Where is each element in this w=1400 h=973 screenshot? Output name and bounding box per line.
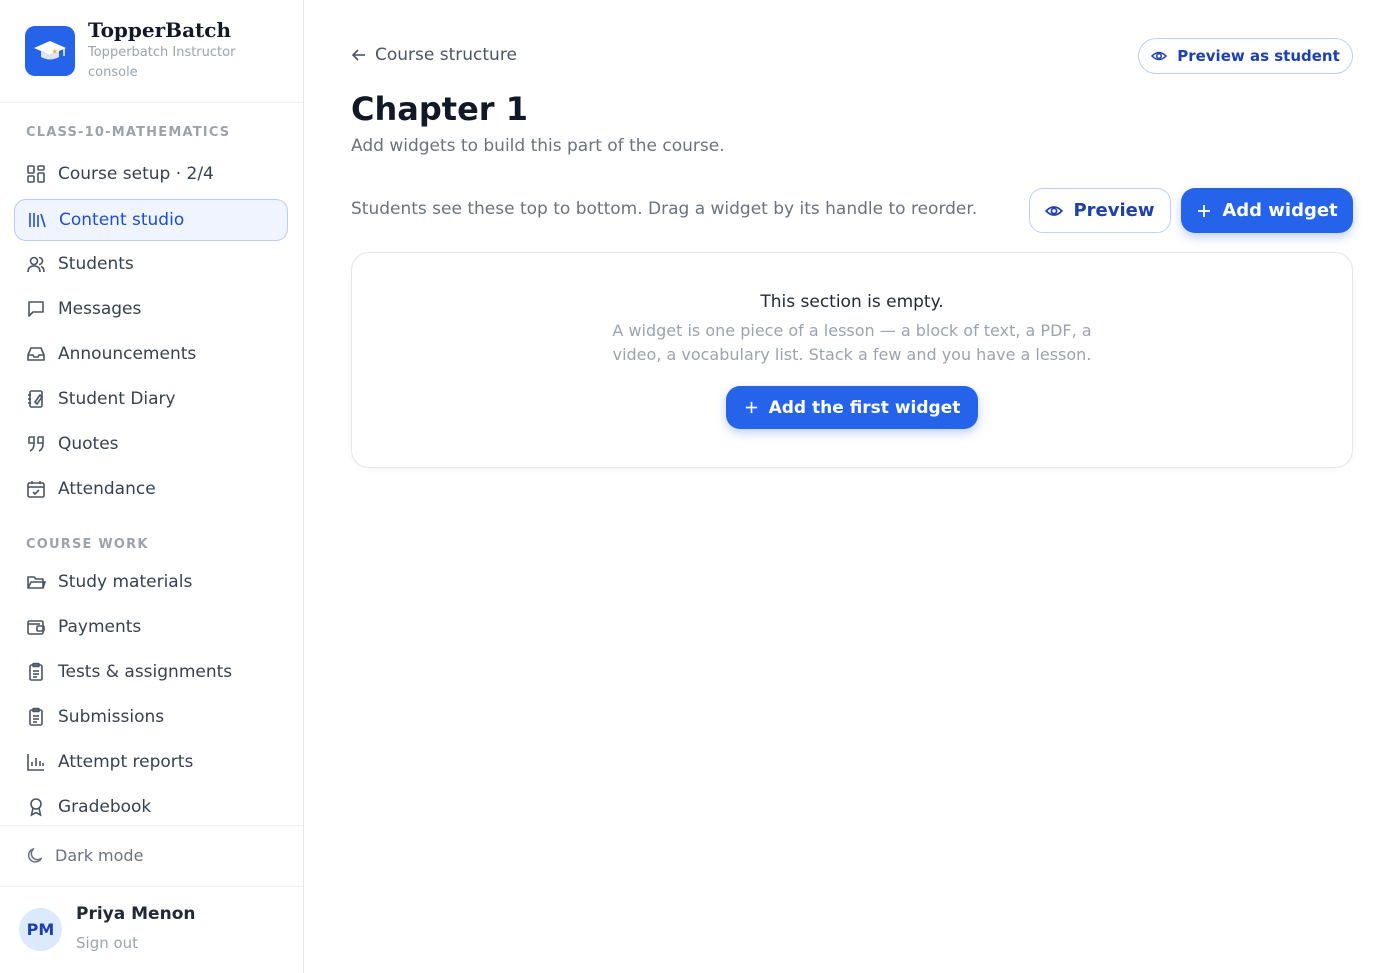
users-icon — [26, 254, 46, 274]
award-icon — [26, 797, 46, 817]
sidebar-item-label: Gradebook — [58, 797, 152, 817]
brand-header: TopperBatch Topperbatch Instructor conso… — [0, 0, 303, 103]
back-link-label: Course structure — [375, 45, 517, 65]
wallet-icon — [26, 617, 46, 637]
plus-icon — [744, 400, 759, 415]
add-first-widget-label: Add the first widget — [768, 397, 961, 418]
sidebar-item-label: Attempt reports — [58, 752, 194, 772]
calendar-check-icon — [26, 479, 46, 499]
clipboard-icon — [26, 662, 46, 682]
sidebar: TopperBatch Topperbatch Instructor conso… — [0, 0, 304, 973]
back-to-course-structure-link[interactable]: Course structure — [351, 44, 517, 66]
arrow-left-icon — [351, 47, 367, 63]
page-subtitle: Add widgets to build this part of the co… — [351, 136, 725, 156]
sidebar-item-label: Payments — [58, 617, 142, 637]
sidebar-item-quotes[interactable]: Quotes — [14, 423, 288, 465]
sidebar-item-label: Content studio — [59, 210, 185, 230]
page-title: Chapter 1 — [351, 90, 528, 128]
sidebar-item-students[interactable]: Students — [14, 243, 288, 285]
dark-mode-label: Dark mode — [55, 845, 144, 865]
reorder-hint: Students see these top to bottom. Drag a… — [351, 199, 978, 219]
sidebar-item-messages[interactable]: Messages — [14, 288, 288, 330]
sidebar-item-attendance[interactable]: Attendance — [14, 468, 288, 510]
sidebar-item-label: Tests & assignments — [58, 662, 233, 682]
sidebar-item-label: Submissions — [58, 707, 165, 727]
sidebar-item-label: Announcements — [58, 344, 197, 364]
divider — [0, 886, 303, 887]
brand-subtitle: Topperbatch Instructor console — [88, 45, 236, 80]
sidebar-item-payments[interactable]: Payments — [14, 606, 288, 648]
avatar: PM — [19, 908, 62, 951]
sidebar-item-announcements[interactable]: Announcements — [14, 333, 288, 375]
sidebar-item-student-diary[interactable]: Student Diary — [14, 378, 288, 420]
add-widget-label: Add widget — [1222, 200, 1338, 221]
graduation-cap-icon — [25, 26, 75, 76]
sidebar-item-label: Messages — [58, 299, 142, 319]
message-icon — [26, 299, 46, 319]
sidebar-item-label: Students — [58, 254, 134, 274]
sidebar-item-gradebook[interactable]: Gradebook — [14, 786, 288, 828]
sidebar-item-label: Student Diary — [58, 389, 176, 409]
library-icon — [27, 210, 47, 230]
sidebar-item-label: Attendance — [58, 479, 156, 499]
section-heading-course-work: COURSE WORK — [26, 537, 149, 552]
preview-as-student-button[interactable]: Preview as student — [1138, 38, 1353, 74]
sign-out-link[interactable]: Sign out — [76, 934, 138, 952]
clipboard-list-icon — [26, 707, 46, 727]
moon-icon — [26, 846, 45, 865]
preview-as-student-label: Preview as student — [1177, 47, 1340, 65]
quote-icon — [26, 434, 46, 454]
eye-icon — [1045, 202, 1064, 220]
user-name: Priya Menon — [76, 904, 196, 924]
sidebar-item-label: Course setup · 2/4 — [58, 164, 214, 184]
notebook-icon — [26, 389, 46, 409]
empty-description: A widget is one piece of a lesson — a bl… — [612, 321, 1092, 364]
divider — [0, 825, 303, 826]
preview-label: Preview — [1073, 200, 1155, 221]
bar-chart-icon — [26, 752, 46, 772]
folder-icon — [26, 572, 46, 592]
preview-button[interactable]: Preview — [1029, 188, 1171, 233]
sidebar-item-content-studio[interactable]: Content studio — [14, 199, 288, 241]
dark-mode-toggle[interactable]: Dark mode — [26, 842, 143, 868]
grid-icon — [26, 164, 46, 184]
plus-icon — [1196, 203, 1212, 219]
add-first-widget-button[interactable]: Add the first widget — [726, 386, 978, 429]
sidebar-item-tests-assignments[interactable]: Tests & assignments — [14, 651, 288, 693]
brand-name: TopperBatch — [88, 18, 231, 42]
inbox-icon — [26, 344, 46, 364]
sidebar-item-attempt-reports[interactable]: Attempt reports — [14, 741, 288, 783]
eye-icon — [1151, 48, 1168, 64]
sidebar-item-label: Study materials — [58, 572, 193, 592]
sidebar-item-study-materials[interactable]: Study materials — [14, 561, 288, 603]
sidebar-item-label: Quotes — [58, 434, 119, 454]
sidebar-item-submissions[interactable]: Submissions — [14, 696, 288, 738]
add-widget-button[interactable]: Add widget — [1181, 188, 1353, 233]
section-heading-class: CLASS-10-MATHEMATICS — [26, 125, 231, 140]
empty-section-card: This section is empty. A widget is one p… — [351, 252, 1353, 468]
empty-title: This section is empty. — [760, 292, 944, 312]
sidebar-item-course-setup[interactable]: Course setup · 2/4 — [14, 153, 288, 195]
